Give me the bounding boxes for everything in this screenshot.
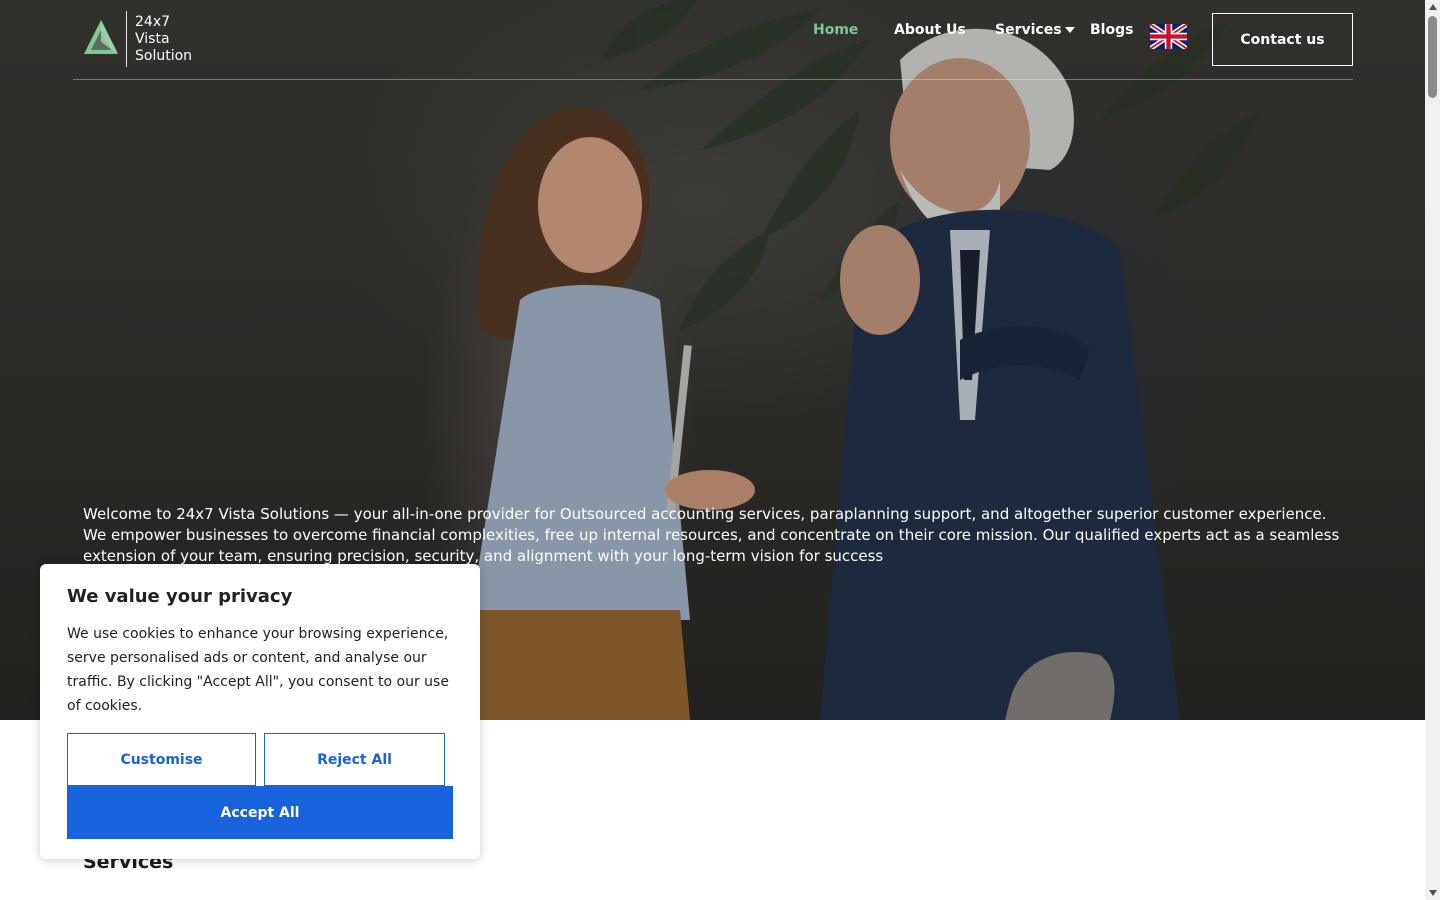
logo-text: 24x7 Vista Solution [135,14,192,65]
nav-home-link[interactable]: Home [813,22,858,38]
logo-line-2: Vista [135,30,170,47]
caret-down-icon [1064,27,1075,33]
hero-intro-text: Welcome to 24x7 Vista Solutions — your a… [83,505,1340,565]
logo-line-3: Solution [135,47,193,64]
customise-button[interactable]: Customise [67,733,256,786]
nav-services-label: Services [995,22,1062,38]
site-header: 24x7 Vista Solution Home About Us Servic… [73,0,1353,80]
cookie-consent-banner: We value your privacy We use cookies to … [40,564,480,859]
cookie-description: We use cookies to enhance your browsing … [67,626,449,714]
triangle-logo-icon [84,20,118,54]
accept-all-button[interactable]: Accept All [67,786,453,839]
nav-services-link[interactable]: Services [995,22,1075,38]
logo-line-1: 24x7 [135,13,171,30]
site-logo[interactable]: 24x7 Vista Solution [82,11,192,67]
scroll-down-arrow-icon[interactable] [1429,890,1437,896]
cookie-title: We value your privacy [67,586,293,607]
logo-divider [126,11,127,67]
nav-about-link[interactable]: About Us [894,22,966,38]
uk-flag-icon[interactable] [1150,24,1187,49]
page-scrollbar[interactable] [1425,0,1440,900]
reject-all-button[interactable]: Reject All [264,733,445,786]
contact-us-button[interactable]: Contact us [1212,13,1353,66]
scroll-up-arrow-icon[interactable] [1429,4,1437,10]
nav-blogs-link[interactable]: Blogs [1090,22,1133,38]
scrollbar-thumb[interactable] [1428,16,1437,98]
